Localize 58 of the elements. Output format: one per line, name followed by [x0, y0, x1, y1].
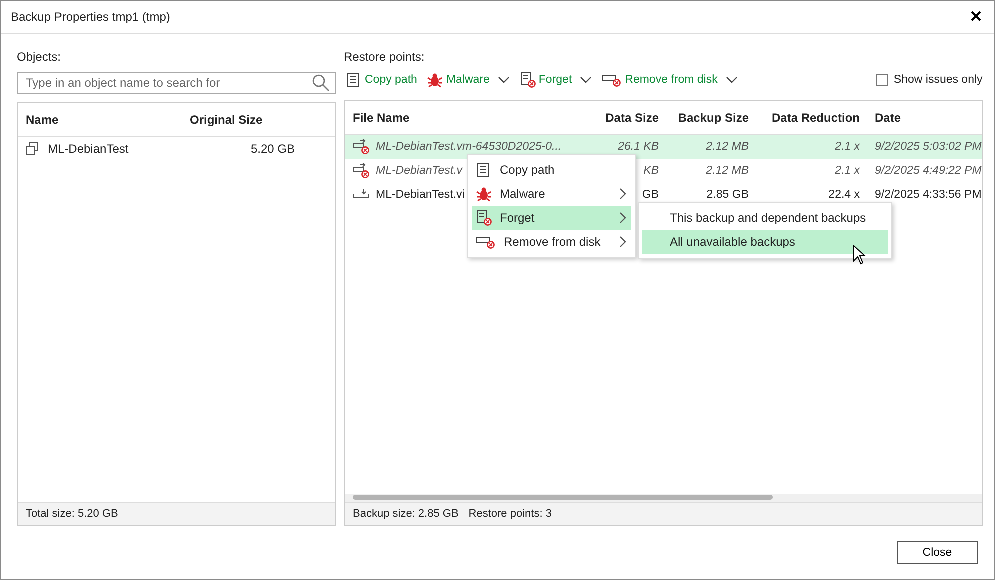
caret-icon[interactable] [498, 76, 510, 84]
table-cell-text: GB [641, 189, 659, 201]
column-header[interactable]: Original Size [190, 112, 295, 126]
status-text: Restore points: 3 [468, 508, 552, 520]
column-header[interactable]: Name [26, 112, 190, 126]
table-cell: ML-DebianTest [48, 142, 129, 156]
toolbar-button[interactable]: Remove from disk [600, 72, 740, 88]
caret-icon[interactable] [726, 76, 738, 84]
restore-points-label: Restore points: [344, 49, 426, 66]
bug-icon [427, 72, 444, 88]
search-field[interactable]: Type in an object name to search for [17, 72, 336, 94]
column-header[interactable]: Data Size [587, 110, 659, 124]
copies-icon [26, 142, 40, 156]
scrollbar-thumb[interactable] [353, 495, 773, 500]
bug-icon [476, 186, 492, 202]
objects-label: Objects: [17, 49, 62, 66]
table-cell-text: 2.85 GB [706, 189, 749, 201]
toolbar-button[interactable]: Malware [425, 72, 512, 88]
missing-file-icon [353, 163, 371, 179]
table-cell[interactable]: ML-DebianTest.v [376, 165, 463, 177]
status-text: Backup size: 2.85 GB [353, 508, 459, 520]
table-cell-text: 2.12 MB [705, 141, 749, 153]
table-cell-text: KB [642, 165, 659, 177]
menu-item[interactable]: All unavailable backups [642, 230, 888, 254]
table-cell[interactable]: ML-DebianTest.vm-64530D2025-0... [376, 141, 562, 153]
table-cell-text: 2.1 x [834, 165, 860, 177]
table-cell-text: 2.12 MB [705, 165, 749, 177]
column-header[interactable]: File Name [353, 110, 587, 124]
menu-item[interactable]: Remove from disk [472, 230, 631, 254]
table-cell-text: 9/2/2025 4:33:56 PM [874, 189, 982, 201]
menu-item[interactable]: Forget [472, 206, 631, 230]
table-cell-text: 2.1 x [834, 141, 860, 153]
menu-item[interactable]: This backup and dependent backups [642, 206, 888, 230]
table-cell-text: 26.1 KB [617, 141, 659, 153]
window-title: Backup Properties tmp1 (tmp) [11, 10, 170, 24]
caret-icon[interactable] [580, 76, 592, 84]
total-size-text: Total size: 5.20 GB [26, 508, 118, 520]
table-cell-text: 22.4 x [828, 189, 860, 201]
column-header[interactable]: Data Reduction [749, 110, 860, 124]
table-cell[interactable]: ML-DebianTest.vi [376, 189, 465, 201]
toolbar-button[interactable]: Forget [518, 72, 594, 88]
toolbar-button[interactable]: Copy path [344, 72, 420, 88]
document-icon [476, 162, 492, 178]
close-button[interactable]: × [966, 7, 986, 27]
table-cell-text: 5.20 GB [250, 142, 295, 156]
column-header[interactable]: Date [860, 110, 982, 124]
document-x-icon [476, 210, 492, 226]
column-header[interactable]: Backup Size [659, 110, 749, 124]
close-dialog-button[interactable]: Close [897, 541, 978, 564]
document-x-icon [520, 72, 536, 88]
menu-item[interactable]: Copy path [472, 158, 631, 182]
missing-file-icon [353, 139, 371, 155]
table-cell-text: 9/2/2025 5:03:02 PM [874, 141, 982, 153]
search-icon [312, 74, 330, 92]
table-cell-text: 9/2/2025 4:49:22 PM [874, 165, 982, 177]
show-issues-checkbox[interactable]: Show issues only [876, 74, 983, 86]
document-icon [346, 72, 362, 88]
menu-item[interactable]: Malware [472, 182, 631, 206]
